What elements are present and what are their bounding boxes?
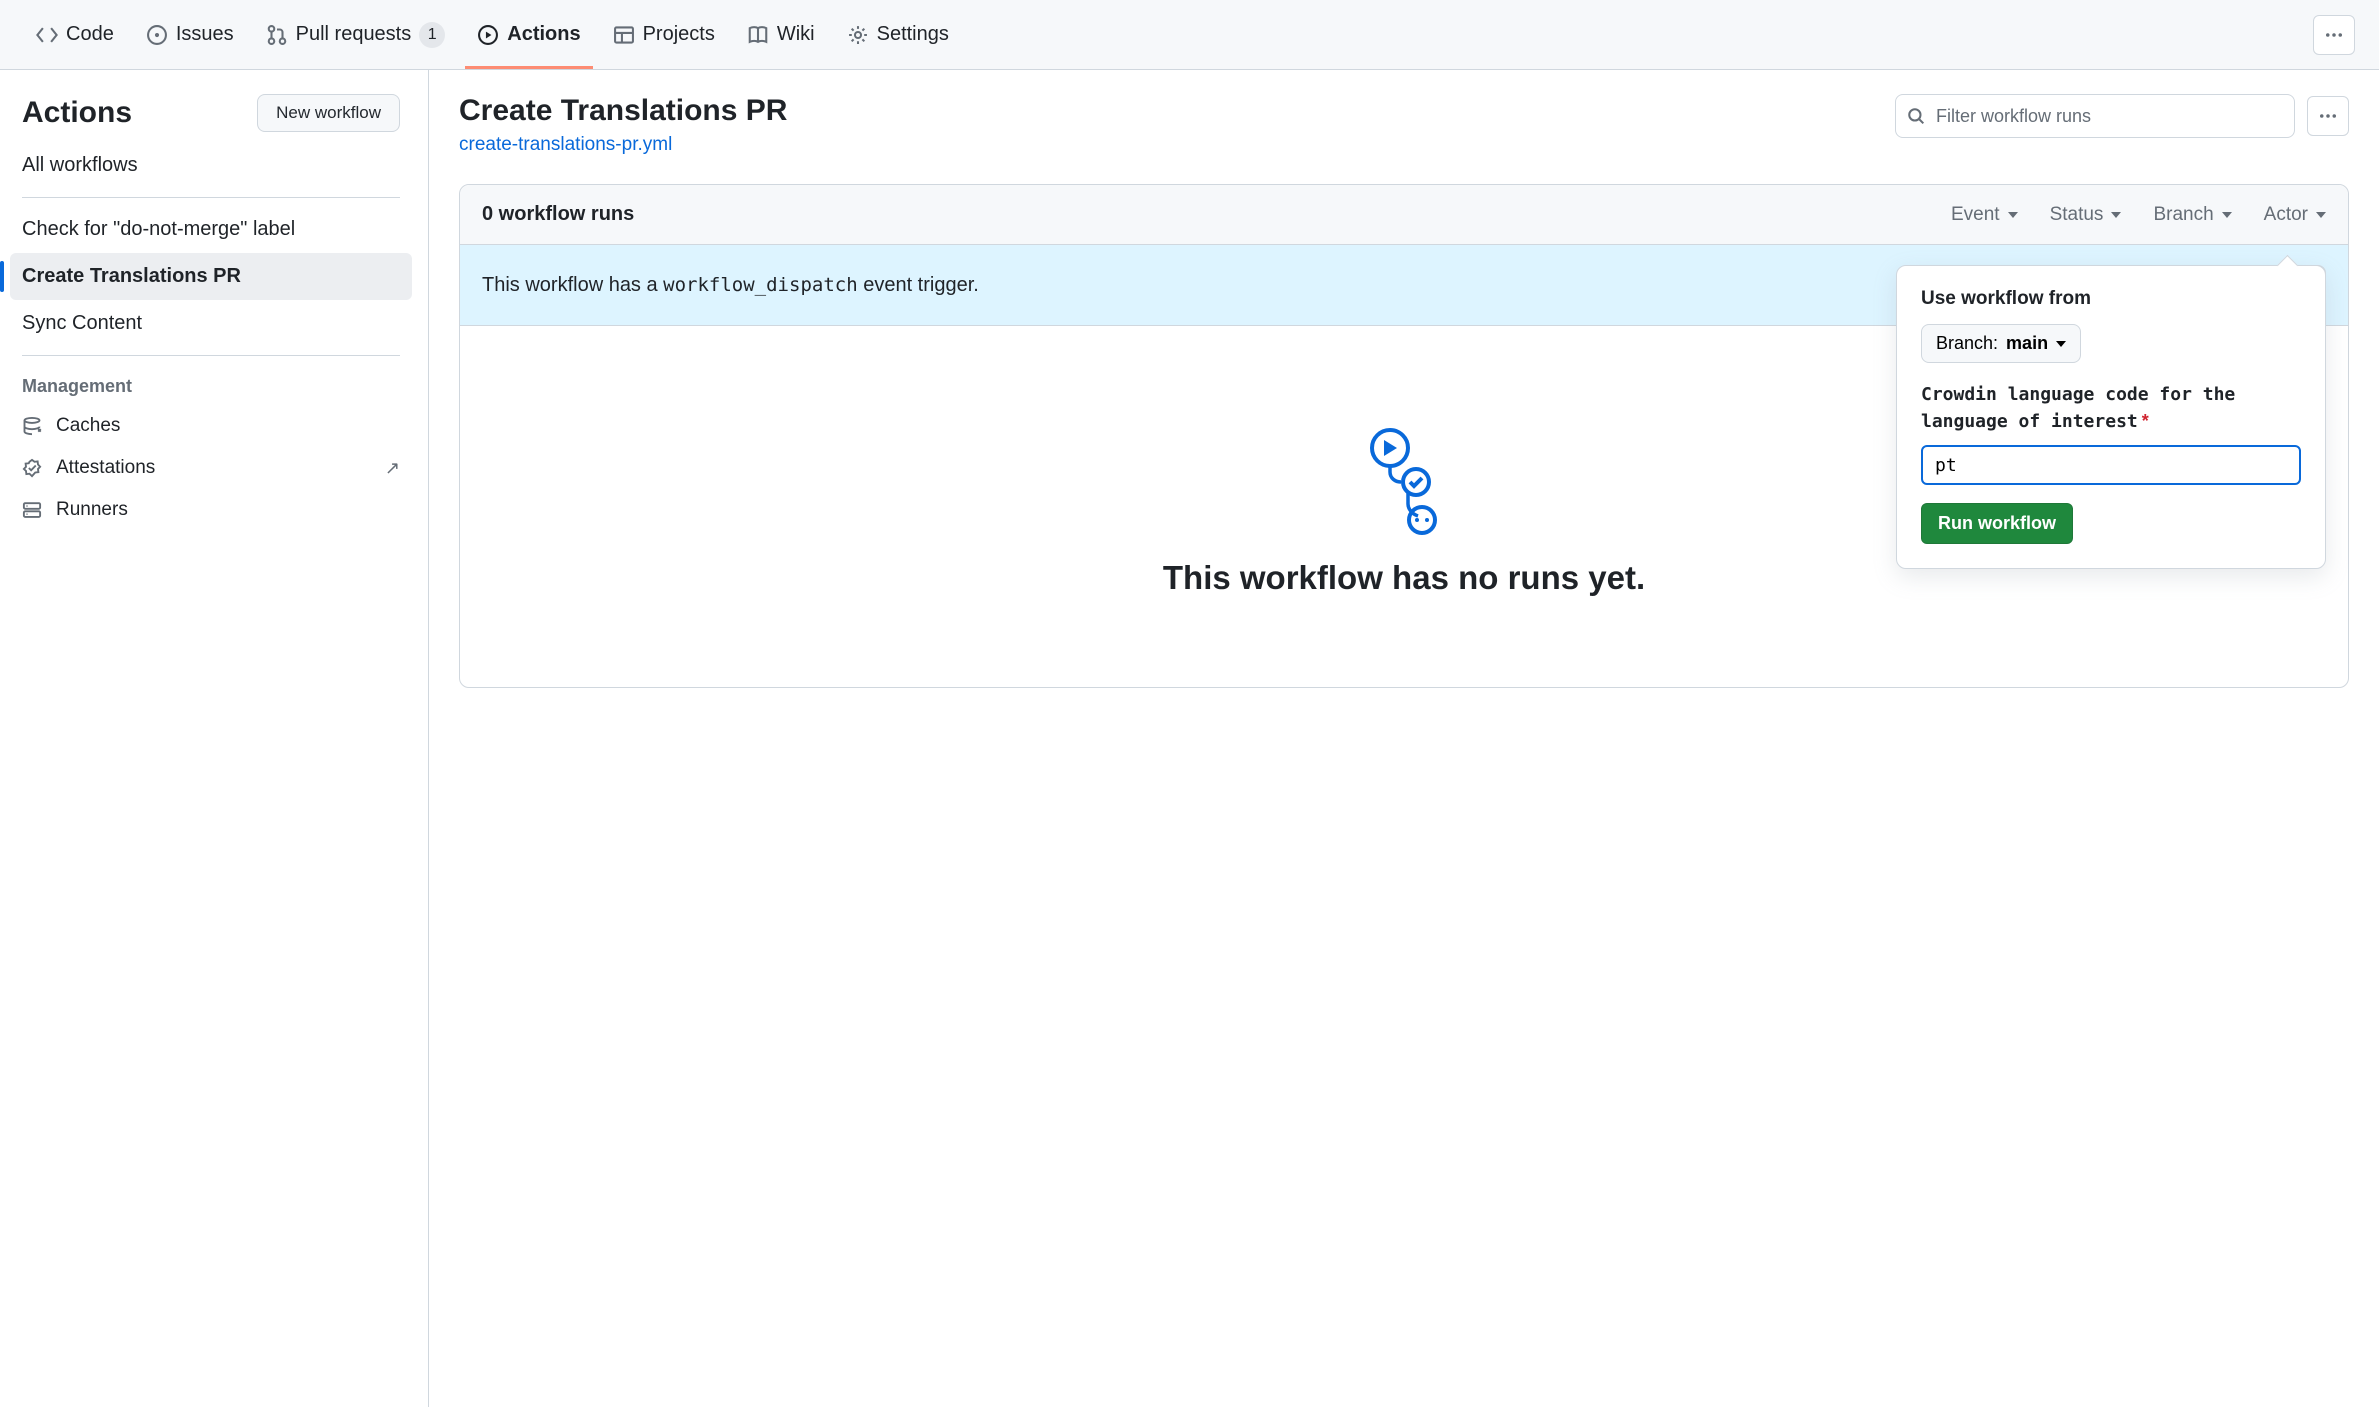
sidebar-all-workflows[interactable]: All workflows: [10, 142, 412, 189]
tab-pull-requests[interactable]: Pull requests 1: [254, 0, 458, 69]
sidebar-item-label: Create Translations PR: [22, 265, 241, 288]
tab-label: Issues: [176, 23, 234, 46]
book-icon: [747, 24, 769, 46]
database-icon: [22, 416, 42, 436]
search-wrap: [1895, 94, 2295, 138]
kebab-icon: [2318, 106, 2338, 126]
branch-prefix: Branch:: [1936, 333, 1998, 354]
filter-label: Actor: [2264, 204, 2308, 226]
branch-name: main: [2006, 333, 2048, 354]
sidebar-item-label: Caches: [56, 415, 120, 437]
sidebar-item-label: Attestations: [56, 457, 155, 479]
caret-down-icon: [2056, 341, 2066, 347]
issue-icon: [146, 24, 168, 46]
tab-projects[interactable]: Projects: [601, 0, 727, 69]
filter-event[interactable]: Event: [1951, 204, 2018, 226]
sidebar-item-label: All workflows: [22, 154, 138, 177]
tab-label: Projects: [643, 23, 715, 46]
nav-overflow-button[interactable]: [2313, 15, 2355, 55]
tab-settings[interactable]: Settings: [835, 0, 961, 69]
workflow-runs-box: 0 workflow runs Event Status Branch: [459, 184, 2349, 688]
content-overflow-button[interactable]: [2307, 96, 2349, 136]
caret-down-icon: [2316, 212, 2326, 218]
runs-count: 0 workflow runs: [482, 203, 634, 226]
run-workflow-submit[interactable]: Run workflow: [1921, 503, 2073, 544]
filter-label: Event: [1951, 204, 2000, 226]
caret-down-icon: [2008, 212, 2018, 218]
input-label: Crowdin language code for the language o…: [1921, 381, 2301, 435]
required-star: *: [2142, 411, 2149, 431]
code-icon: [36, 24, 58, 46]
filter-status[interactable]: Status: [2050, 204, 2122, 226]
tab-label: Settings: [877, 23, 949, 46]
sidebar-item-label: Sync Content: [22, 312, 142, 335]
repo-nav: Code Issues Pull requests 1 Actions Proj…: [0, 0, 2379, 70]
external-link-icon: ↗: [385, 458, 400, 479]
sidebar-attestations[interactable]: Attestations ↗: [10, 447, 412, 489]
popover-title: Use workflow from: [1921, 288, 2301, 310]
sidebar-item-label: Check for "do-not-merge" label: [22, 218, 295, 241]
sidebar-title: Actions: [22, 96, 132, 130]
tab-issues[interactable]: Issues: [134, 0, 246, 69]
filter-label: Status: [2050, 204, 2104, 226]
server-icon: [22, 500, 42, 520]
verified-icon: [22, 458, 42, 478]
tab-label: Actions: [507, 23, 580, 46]
sidebar-workflow-item[interactable]: Create Translations PR: [10, 253, 412, 300]
pull-request-icon: [266, 24, 288, 46]
caret-down-icon: [2111, 212, 2121, 218]
search-input[interactable]: [1895, 94, 2295, 138]
code-chip: workflow_dispatch: [663, 274, 857, 296]
sidebar-section-management: Management: [10, 364, 412, 405]
run-workflow-popover: Use workflow from Branch: main Crowdin l…: [1896, 265, 2326, 569]
pull-requests-count: 1: [419, 22, 445, 48]
kebab-icon: [2324, 25, 2344, 45]
tab-label: Code: [66, 23, 114, 46]
gear-icon: [847, 24, 869, 46]
tab-label: Wiki: [777, 23, 815, 46]
play-circle-icon: [477, 24, 499, 46]
tab-actions[interactable]: Actions: [465, 0, 592, 69]
tab-label: Pull requests: [296, 23, 412, 46]
sidebar-workflow-item[interactable]: Sync Content: [10, 300, 412, 347]
sidebar-runners[interactable]: Runners: [10, 489, 412, 531]
actions-sidebar: Actions New workflow All workflows Check…: [0, 70, 429, 1407]
divider: [22, 355, 400, 356]
workflow-illustration-icon: [1364, 426, 1444, 536]
content-area: Create Translations PR create-translatio…: [429, 70, 2379, 1407]
branch-selector[interactable]: Branch: main: [1921, 324, 2081, 363]
sidebar-caches[interactable]: Caches: [10, 405, 412, 447]
workflow-file-link[interactable]: create-translations-pr.yml: [459, 134, 787, 156]
sidebar-item-label: Runners: [56, 499, 128, 521]
workflow-title: Create Translations PR: [459, 94, 787, 128]
search-icon: [1907, 107, 1925, 125]
tab-wiki[interactable]: Wiki: [735, 0, 827, 69]
language-code-input[interactable]: [1921, 445, 2301, 485]
table-icon: [613, 24, 635, 46]
dispatch-text: This workflow has a workflow_dispatch ev…: [482, 274, 979, 297]
sidebar-workflow-item[interactable]: Check for "do-not-merge" label: [10, 206, 412, 253]
filter-actor[interactable]: Actor: [2264, 204, 2326, 226]
divider: [22, 197, 400, 198]
filter-branch[interactable]: Branch: [2153, 204, 2231, 226]
filter-label: Branch: [2153, 204, 2213, 226]
tab-code[interactable]: Code: [24, 0, 126, 69]
new-workflow-button[interactable]: New workflow: [257, 94, 400, 132]
caret-down-icon: [2222, 212, 2232, 218]
